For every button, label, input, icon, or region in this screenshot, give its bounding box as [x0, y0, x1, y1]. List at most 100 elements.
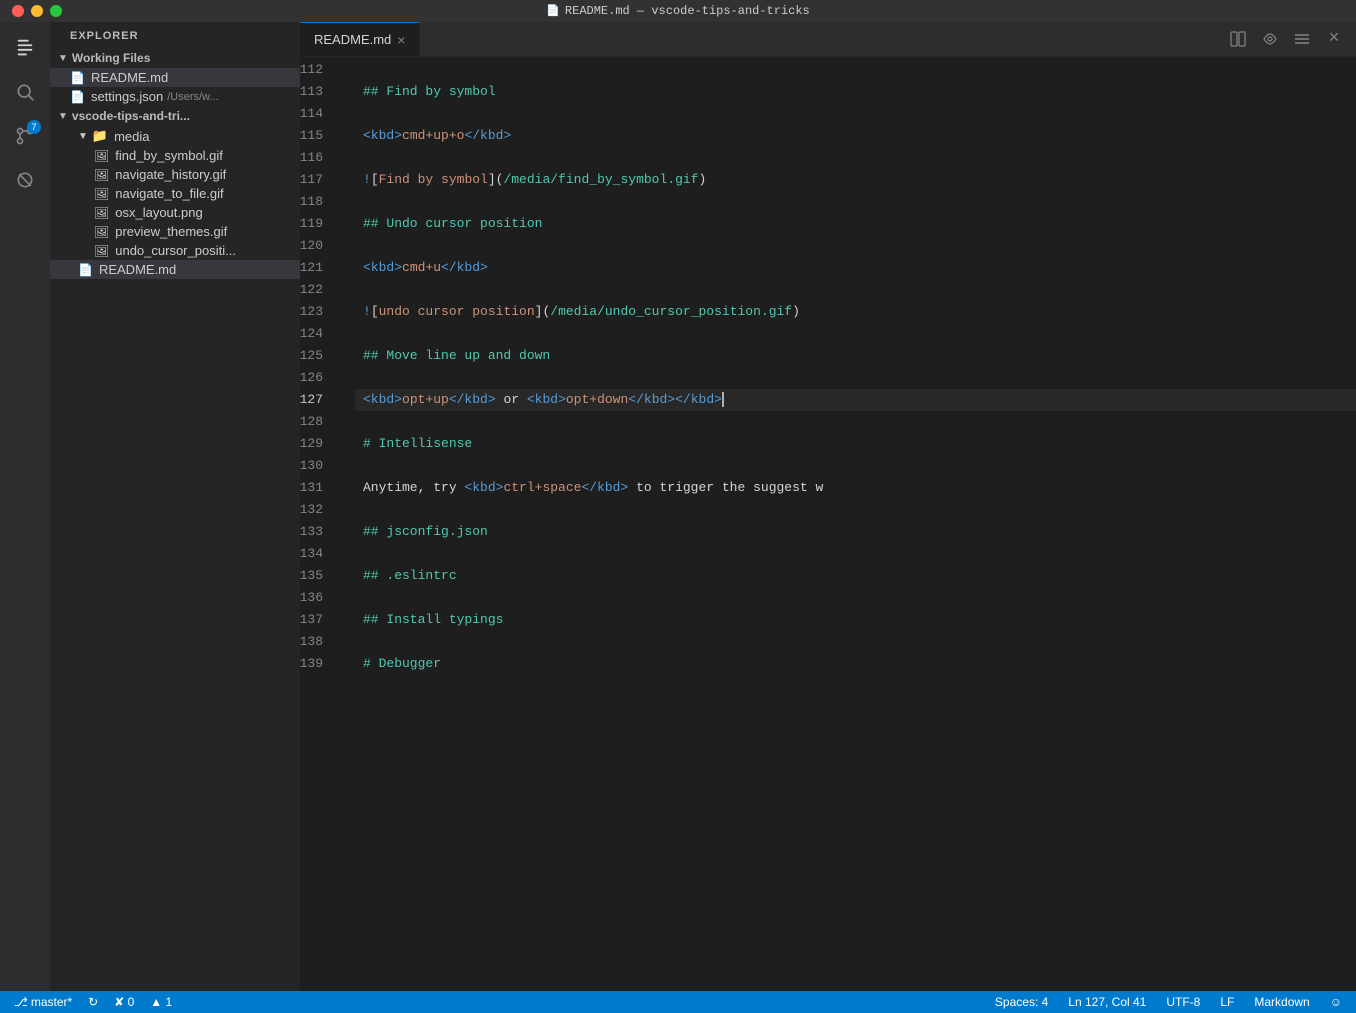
search-activity-icon[interactable]: [7, 74, 43, 110]
tab-close-icon[interactable]: ×: [397, 32, 405, 48]
media-file-1[interactable]: 🖼 navigate_history.gif: [50, 165, 300, 184]
line-num-124: 124: [300, 323, 339, 345]
warnings-label: ▲ 1: [150, 995, 172, 1009]
sidebar-item-settings-working[interactable]: 📄 settings.json /Users/w...: [50, 87, 300, 106]
minimize-dot[interactable]: [31, 5, 43, 17]
git-branch-label: master*: [31, 995, 72, 1009]
working-files-section[interactable]: ▼ Working Files: [50, 48, 300, 68]
language-status[interactable]: Markdown: [1250, 991, 1313, 1013]
code-line-137: ## Install typings: [355, 609, 1356, 631]
code-line-121: <kbd>cmd+u</kbd>: [355, 257, 1356, 279]
line-num-138: 138: [300, 631, 339, 653]
open-preview-button[interactable]: [1256, 25, 1284, 53]
errors-status[interactable]: ✘ 0: [110, 991, 138, 1013]
media-file-2[interactable]: 🖼 navigate_to_file.gif: [50, 184, 300, 203]
code-line-125: ## Move line up and down: [355, 345, 1356, 367]
line-num-113: 113: [300, 81, 339, 103]
tab-readme[interactable]: README.md ×: [300, 22, 420, 56]
line-num-131: 131: [300, 477, 339, 499]
line-num-129: 129: [300, 433, 339, 455]
code-line-122: [355, 279, 1356, 301]
sidebar-item-readme-working[interactable]: 📄 README.md: [50, 68, 300, 87]
titlebar: 📄 README.md — vscode-tips-and-tricks: [0, 0, 1356, 22]
git-activity-icon[interactable]: 7: [7, 118, 43, 154]
sidebar-header: Explorer: [50, 22, 300, 48]
readme-file-icon: 📄: [70, 71, 85, 85]
media-folder-item[interactable]: ▼ 📁 media: [50, 126, 300, 146]
media-file-5[interactable]: 🖼 undo_cursor_positi...: [50, 241, 300, 260]
working-files-label: Working Files: [72, 51, 150, 65]
line-num-133: 133: [300, 521, 339, 543]
line-num-123: 123: [300, 301, 339, 323]
code-line-120: [355, 235, 1356, 257]
code-line-129: # Intellisense: [355, 433, 1356, 455]
line-num-120: 120: [300, 235, 339, 257]
media-file-4[interactable]: 🖼 preview_themes.gif: [50, 222, 300, 241]
project-folder-label: vscode-tips-and-tri...: [72, 109, 190, 123]
media-file-icon-0: 🖼: [94, 149, 109, 163]
sync-status[interactable]: ↻: [84, 991, 102, 1013]
line-num-125: 125: [300, 345, 339, 367]
sidebar-item-readme-project[interactable]: 📄 README.md: [50, 260, 300, 279]
debug-activity-icon[interactable]: [7, 162, 43, 198]
code-line-113: ## Find by symbol: [355, 81, 1356, 103]
line-num-139: 139: [300, 653, 339, 675]
media-file-3[interactable]: 🖼 osx_layout.png: [50, 203, 300, 222]
code-line-123: ![undo cursor position](/media/undo_curs…: [355, 301, 1356, 323]
media-file-icon-5: 🖼: [94, 244, 109, 258]
window-controls[interactable]: [12, 5, 62, 17]
encoding-status[interactable]: UTF-8: [1162, 991, 1204, 1013]
maximize-dot[interactable]: [50, 5, 62, 17]
status-left: ⎇ master* ↻ ✘ 0 ▲ 1: [10, 991, 176, 1013]
code-line-112: [355, 59, 1356, 81]
media-file-0[interactable]: 🖼 find_by_symbol.gif: [50, 146, 300, 165]
tab-actions: ×: [1224, 22, 1356, 56]
media-file-icon-1: 🖼: [94, 168, 109, 182]
git-badge: 7: [27, 120, 41, 134]
media-file-icon-4: 🖼: [94, 225, 109, 239]
code-line-126: [355, 367, 1356, 389]
code-line-114: [355, 103, 1356, 125]
line-num-115: 115: [300, 125, 339, 147]
close-dot[interactable]: [12, 5, 24, 17]
tab-readme-label: README.md: [314, 32, 391, 47]
line-num-127: 127: [300, 389, 339, 411]
line-num-132: 132: [300, 499, 339, 521]
line-num-116: 116: [300, 147, 339, 169]
line-numbers: 112 113 114 115 116 117 118 119 120 121 …: [300, 57, 355, 991]
face-status[interactable]: ☺: [1326, 991, 1346, 1013]
settings-file-icon: 📄: [70, 90, 85, 104]
line-num-119: 119: [300, 213, 339, 235]
line-num-118: 118: [300, 191, 339, 213]
code-line-115: <kbd>cmd+up+o</kbd>: [355, 125, 1356, 147]
encoding-label: UTF-8: [1166, 995, 1200, 1009]
activity-bar: 7: [0, 22, 50, 991]
media-folder-arrow: ▼: [78, 131, 88, 142]
more-actions-button[interactable]: [1288, 25, 1316, 53]
split-editor-button[interactable]: [1224, 25, 1252, 53]
line-ending-status[interactable]: LF: [1216, 991, 1238, 1013]
sidebar: Explorer ▼ Working Files 📄 README.md 📄 s…: [50, 22, 300, 991]
code-editor: 112 113 114 115 116 117 118 119 120 121 …: [300, 57, 1356, 991]
line-num-122: 122: [300, 279, 339, 301]
code-line-133: ## jsconfig.json: [355, 521, 1356, 543]
explorer-activity-icon[interactable]: [7, 30, 43, 66]
warnings-status[interactable]: ▲ 1: [146, 991, 176, 1013]
sync-icon: ↻: [88, 995, 98, 1009]
code-line-128: [355, 411, 1356, 433]
git-branch-icon: ⎇: [14, 995, 28, 1009]
code-line-116: [355, 147, 1356, 169]
close-editor-button[interactable]: ×: [1320, 25, 1348, 53]
spaces-label: Spaces: 4: [995, 995, 1048, 1009]
window-title: 📄 README.md — vscode-tips-and-tricks: [546, 4, 810, 18]
line-num-121: 121: [300, 257, 339, 279]
code-line-135: ## .eslintrc: [355, 565, 1356, 587]
project-folder-section[interactable]: ▼ vscode-tips-and-tri...: [50, 106, 300, 126]
line-col-status[interactable]: Ln 127, Col 41: [1064, 991, 1150, 1013]
spaces-status[interactable]: Spaces: 4: [991, 991, 1052, 1013]
errors-label: ✘ 0: [114, 995, 134, 1009]
code-content[interactable]: ## Find by symbol <kbd>cmd+up+o</kbd> ![…: [355, 57, 1356, 991]
code-line-118: [355, 191, 1356, 213]
code-line-131: Anytime, try <kbd>ctrl+space</kbd> to tr…: [355, 477, 1356, 499]
git-branch-status[interactable]: ⎇ master*: [10, 991, 76, 1013]
